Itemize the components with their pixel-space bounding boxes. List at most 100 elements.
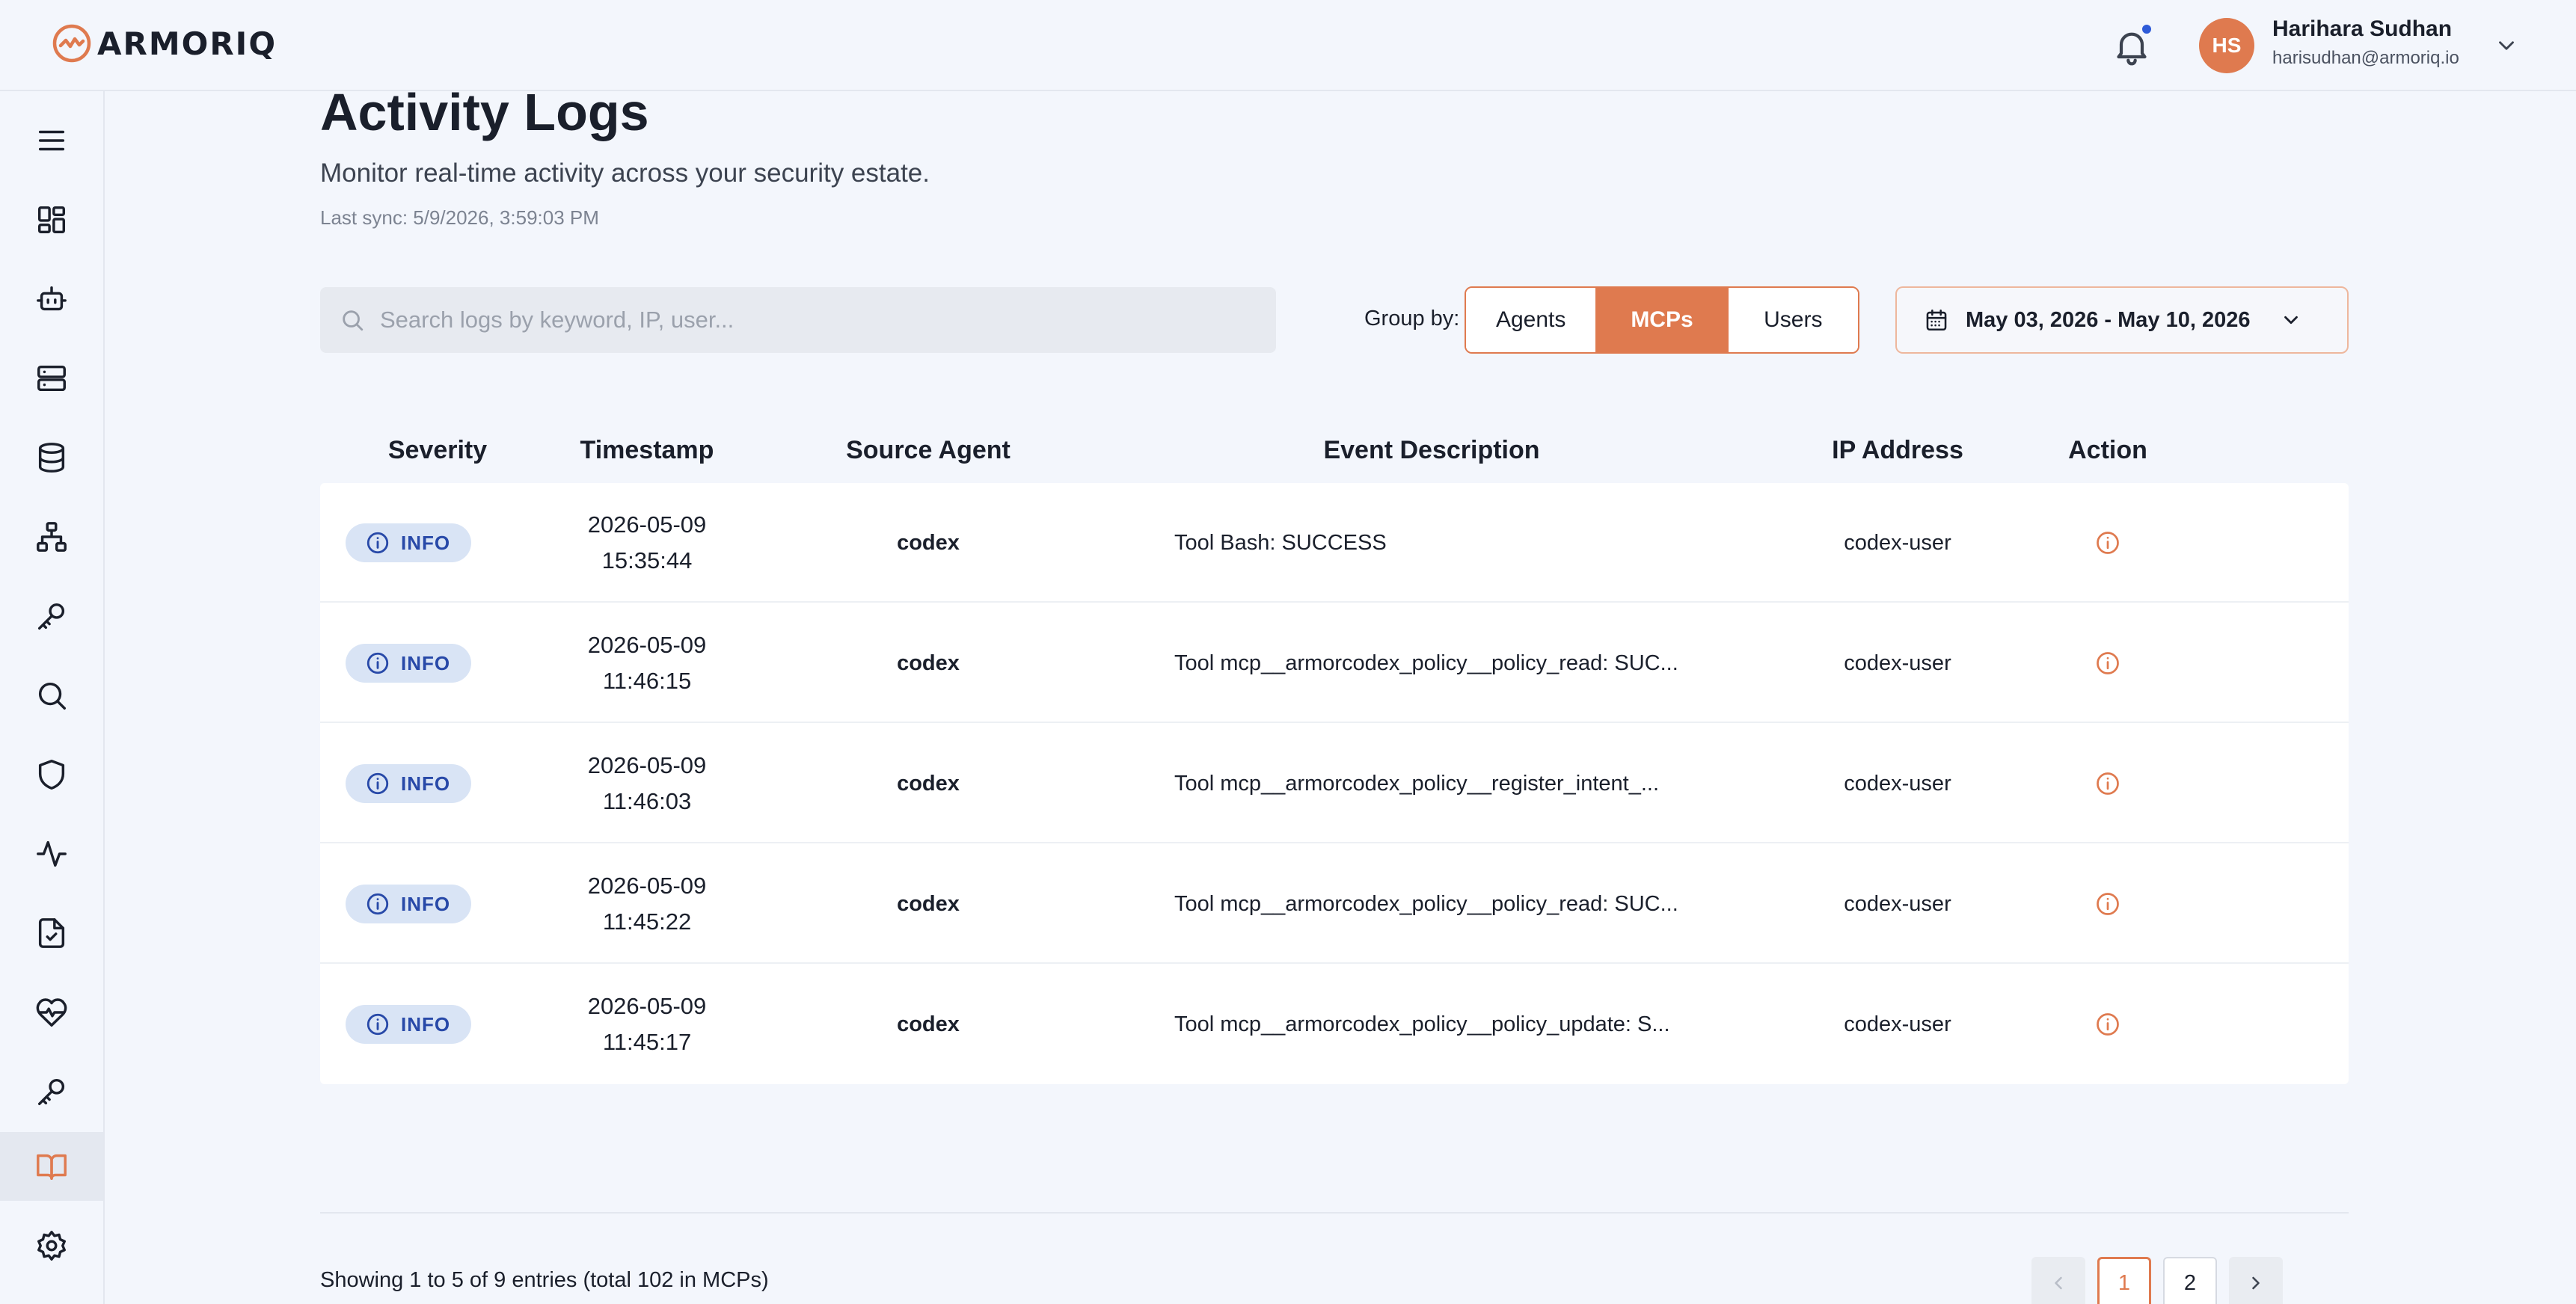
details-info-icon[interactable]: [2094, 891, 2121, 917]
group-by-segmented-control: Agents MCPs Users: [1465, 286, 1859, 354]
group-by-users-button[interactable]: Users: [1728, 288, 1858, 352]
menu-icon: [38, 130, 65, 151]
severity-label: INFO: [401, 651, 451, 674]
info-circle-icon: [367, 772, 389, 795]
source-agent-cell: codex: [897, 891, 960, 916]
date-range-picker[interactable]: May 03, 2026 - May 10, 2026: [1895, 286, 2349, 354]
search-icon: [343, 310, 364, 331]
sidebar-item-agents[interactable]: [0, 265, 103, 333]
info-circle-icon: [367, 893, 389, 915]
server-icon: [37, 365, 66, 392]
timestamp-date: 2026-05-09: [587, 752, 707, 778]
severity-badge: INFO: [346, 644, 471, 683]
avatar[interactable]: HS: [2199, 18, 2254, 73]
sidebar-item-credentials[interactable]: [0, 1057, 103, 1126]
ip-address-cell: codex-user: [1844, 771, 1951, 796]
column-header-source-agent[interactable]: Source Agent: [806, 419, 1050, 482]
timestamp-time: 15:35:44: [601, 547, 693, 573]
severity-label: INFO: [401, 1012, 451, 1036]
date-range-value: May 03, 2026 - May 10, 2026: [1966, 307, 2251, 332]
search-bar[interactable]: [320, 287, 1276, 353]
info-circle-icon: [367, 652, 389, 674]
sidebar-item-topology[interactable]: [0, 502, 103, 571]
severity-badge: INFO: [346, 523, 471, 562]
info-circle-icon: [367, 1013, 389, 1036]
pagination-page-1[interactable]: 1: [2097, 1257, 2151, 1304]
timestamp-time: 11:45:22: [602, 908, 692, 935]
sidebar-item-activity-logs[interactable]: [0, 1132, 103, 1201]
key-icon: [37, 603, 65, 630]
column-header-timestamp[interactable]: Timestamp: [574, 419, 720, 482]
action-cell: [2057, 483, 2159, 603]
chevron-left-icon: [2055, 1276, 2062, 1290]
sidebar-item-keys[interactable]: [0, 582, 103, 651]
database-icon: [38, 443, 65, 473]
timestamp-cell: 2026-05-09 11:46:15: [574, 603, 720, 723]
details-info-icon[interactable]: [2094, 1011, 2121, 1038]
last-sync-timestamp: Last sync: 5/9/2026, 3:59:03 PM: [320, 206, 599, 229]
group-by-agents-button[interactable]: Agents: [1466, 288, 1598, 352]
ip-address-cell: codex-user: [1844, 891, 1951, 916]
group-by-mcps-button[interactable]: MCPs: [1597, 288, 1729, 352]
activity-log-table: INFO 2026-05-09 15:35:44 codex Tool Bash…: [320, 483, 2349, 1084]
pagination-next-button[interactable]: [2229, 1257, 2283, 1304]
severity-label: INFO: [401, 892, 451, 915]
severity-badge: INFO: [346, 764, 471, 803]
details-info-icon[interactable]: [2094, 650, 2121, 677]
severity-badge: INFO: [346, 1005, 471, 1044]
source-agent-cell: codex: [897, 771, 960, 796]
source-agent-cell: codex: [897, 651, 960, 675]
sidebar-menu-toggle[interactable]: [0, 106, 103, 175]
shield-icon: [38, 760, 65, 790]
gear-icon: [37, 1231, 66, 1261]
timestamp-cell: 2026-05-09 15:35:44: [574, 483, 720, 603]
top-bar: ARMORIQ HS Harihara Sudhan harisudhan@ar…: [0, 0, 2576, 91]
column-header-severity[interactable]: Severity: [346, 419, 530, 482]
pagination-summary: Showing 1 to 5 of 9 entries (total 102 i…: [320, 1268, 769, 1292]
table-row[interactable]: INFO 2026-05-09 11:46:03 codex Tool mcp_…: [320, 724, 2349, 843]
activity-icon: [37, 840, 67, 867]
timestamp-time: 11:46:03: [602, 788, 692, 814]
file-check-icon: [38, 918, 65, 948]
column-header-action: Action: [2068, 435, 2147, 464]
pagination-prev-button[interactable]: [2031, 1257, 2085, 1304]
timestamp-date: 2026-05-09: [587, 873, 707, 899]
event-description-cell: Tool mcp__armorcodex_policy__register_in…: [1174, 771, 1660, 796]
severity-label: INFO: [401, 772, 451, 795]
page-title: Activity Logs: [320, 83, 649, 141]
user-menu-chevron-down-icon[interactable]: [2494, 33, 2519, 58]
sidebar-item-health[interactable]: [0, 978, 103, 1047]
timestamp-cell: 2026-05-09 11:46:03: [574, 724, 720, 843]
sidebar-item-reports[interactable]: [0, 899, 103, 968]
sidebar-item-settings[interactable]: [0, 1211, 103, 1280]
details-info-icon[interactable]: [2094, 770, 2121, 797]
robot-icon: [37, 286, 67, 311]
column-header-ip-address[interactable]: IP Address: [1816, 419, 1979, 482]
event-description-cell: Tool mcp__armorcodex_policy__policy_read…: [1174, 891, 1678, 916]
table-row[interactable]: INFO 2026-05-09 11:45:17 codex Tool mcp_…: [320, 965, 2349, 1084]
severity-badge: INFO: [346, 885, 471, 923]
search-input[interactable]: [380, 307, 1240, 333]
timestamp-date: 2026-05-09: [587, 511, 707, 538]
sidebar-item-dashboard[interactable]: [0, 185, 103, 254]
brand-logo[interactable]: ARMORIQ: [51, 22, 277, 64]
pagination-page-2[interactable]: 2: [2163, 1257, 2217, 1304]
sidebar: [0, 91, 105, 1304]
table-row[interactable]: INFO 2026-05-09 15:35:44 codex Tool Bash…: [320, 483, 2349, 603]
table-row[interactable]: INFO 2026-05-09 11:45:22 codex Tool mcp_…: [320, 844, 2349, 964]
key-icon: [37, 1078, 65, 1106]
network-icon: [37, 522, 67, 552]
calendar-icon: [1926, 309, 1947, 331]
sidebar-item-search[interactable]: [0, 661, 103, 730]
sidebar-item-servers[interactable]: [0, 344, 103, 413]
sidebar-item-activity[interactable]: [0, 819, 103, 888]
chevron-down-icon: [2284, 316, 2299, 325]
column-header-event-description[interactable]: Event Description: [1174, 419, 1689, 482]
search-icon: [38, 682, 66, 710]
action-cell: [2057, 603, 2159, 723]
sidebar-item-security[interactable]: [0, 740, 103, 809]
page-subtitle: Monitor real-time activity across your s…: [320, 159, 930, 188]
details-info-icon[interactable]: [2094, 529, 2121, 556]
sidebar-item-data[interactable]: [0, 423, 103, 492]
table-row[interactable]: INFO 2026-05-09 11:46:15 codex Tool mcp_…: [320, 603, 2349, 723]
